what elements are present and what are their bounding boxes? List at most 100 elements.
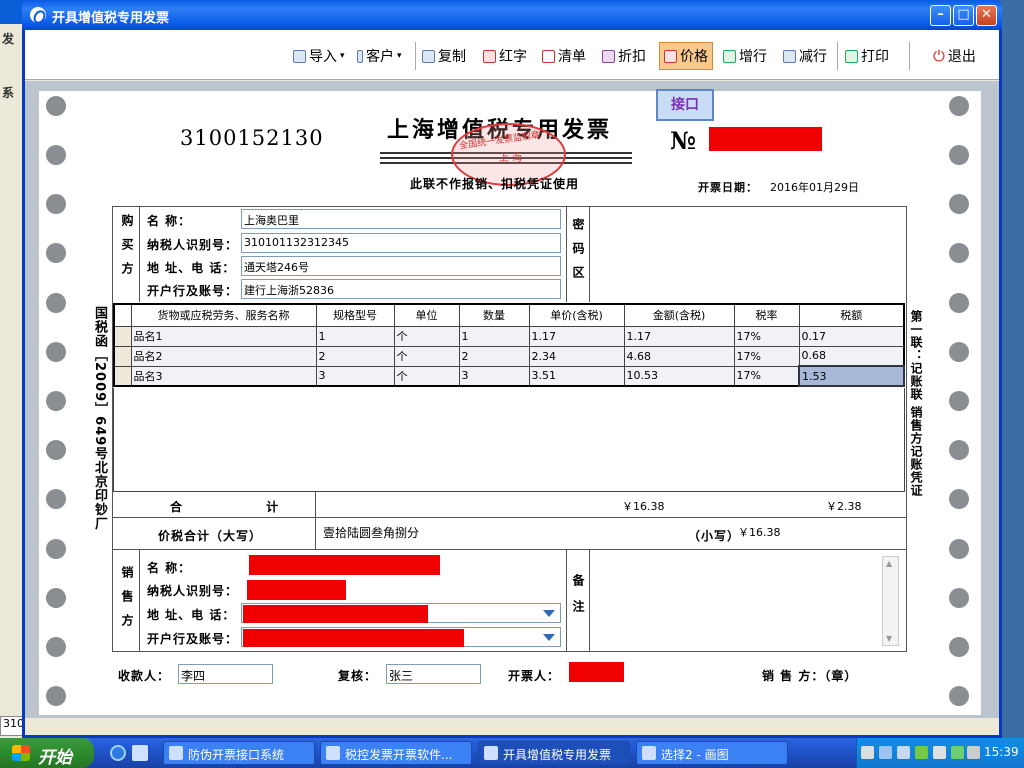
desktop-icon[interactable] (132, 745, 148, 761)
close-button[interactable]: ✕ (976, 5, 997, 26)
table-row[interactable]: 品名1 1 个 1 1.17 1.17 17% 0.17 (113, 325, 905, 347)
buyer-name-label: 名 称： (147, 214, 192, 228)
divider (589, 206, 590, 302)
list-label: 清单 (558, 49, 586, 65)
scroll-down-icon[interactable]: ▼ (886, 634, 892, 643)
title-bar[interactable]: 开具增值税专用发票 – □ ✕ (22, 0, 1002, 30)
clock: 15:39 (984, 745, 1019, 759)
task-button[interactable]: 选择2 - 画图 (636, 741, 788, 765)
item-price-cell[interactable]: 3.51 (528, 365, 625, 387)
invoice-code: 3100152130 (180, 126, 324, 150)
discount-button[interactable]: 折扣 (602, 44, 646, 68)
ie-icon[interactable] (110, 745, 126, 761)
printer-icon[interactable] (933, 746, 946, 759)
item-rate-cell[interactable]: 17% (733, 325, 800, 347)
task-button-active[interactable]: 开具增值税专用发票 (478, 741, 630, 765)
task-button[interactable]: 防伪开票接口系统 (163, 741, 315, 765)
shield-icon[interactable] (951, 746, 964, 759)
item-qty-cell[interactable]: 2 (458, 345, 530, 367)
total-tax: ￥2.38 (826, 500, 862, 513)
item-spec-cell[interactable]: 2 (315, 345, 395, 367)
discount-label: 折扣 (618, 49, 646, 65)
buyer-bank-field[interactable]: 建行上海浙52836 (241, 279, 561, 299)
chevron-down-icon[interactable] (541, 607, 555, 619)
item-rate-cell[interactable]: 17% (733, 345, 800, 367)
item-amount-cell[interactable]: 4.68 (623, 345, 735, 367)
total-words: 壹拾陆圆叁角捌分 (323, 526, 420, 540)
chevron-down-icon[interactable] (541, 631, 555, 643)
punch-hole (46, 588, 66, 608)
punch-hole (949, 145, 969, 165)
item-unit-cell[interactable]: 个 (393, 365, 460, 387)
payee-field[interactable]: 李四 (178, 664, 273, 684)
row-header[interactable] (113, 345, 132, 367)
reviewer-field[interactable]: 张三 (386, 664, 481, 684)
maximize-button[interactable]: □ (953, 5, 974, 26)
start-button[interactable]: 开始 (0, 738, 94, 768)
table-row[interactable]: 品名2 2 个 2 2.34 4.68 17% 0.68 (113, 345, 905, 367)
item-tax-cell-selected[interactable]: 1.53 (798, 365, 905, 387)
seller-tax-id-label: 纳税人识别号： (147, 584, 239, 598)
item-name-cell[interactable]: 品名3 (130, 365, 317, 387)
api-button[interactable]: 接口 (656, 89, 714, 121)
items-empty-area (113, 388, 905, 492)
paint-icon (642, 746, 656, 760)
redacted-seller-name (249, 555, 440, 575)
item-name-cell[interactable]: 品名1 (130, 325, 317, 347)
total-words-label: 价税合计（大写） (158, 529, 263, 543)
import-button[interactable]: 导入 ▾ (293, 44, 345, 68)
row-header[interactable] (113, 365, 132, 387)
print-button[interactable]: 打印 (845, 44, 889, 68)
remove-row-button[interactable]: 减行 (783, 44, 827, 68)
scroll-up-icon[interactable]: ▲ (886, 559, 892, 568)
seal-city: 上 海 (499, 153, 523, 164)
password-area-label: 密码区 (571, 218, 585, 290)
task-button[interactable]: 税控发票开票软件... (320, 741, 472, 765)
item-price-cell[interactable]: 1.17 (528, 325, 625, 347)
payee-label: 收款人： (118, 669, 171, 683)
remark-scrollbar[interactable]: ▲ ▼ (882, 556, 899, 646)
price-button[interactable]: 价格 (659, 42, 713, 70)
buyer-address-field[interactable]: 通天塔246号 (241, 256, 561, 276)
item-amount-cell[interactable]: 10.53 (623, 365, 735, 387)
item-name-cell[interactable]: 品名2 (130, 345, 317, 367)
item-qty-cell[interactable]: 3 (458, 365, 530, 387)
total-label: 合 计 (170, 500, 319, 514)
network-icon[interactable] (897, 746, 910, 759)
minimize-button[interactable]: – (930, 5, 951, 26)
print-label: 打印 (861, 49, 889, 65)
keyboard-icon[interactable] (861, 746, 874, 759)
copy-note: 第一联：记账联 销售方记账凭证 (909, 310, 923, 498)
table-row[interactable]: 品名3 3 个 3 3.51 10.53 17% 1.53 (113, 365, 905, 387)
seal-text: 全国统一发票监制章 (458, 130, 541, 152)
item-unit-cell[interactable]: 个 (393, 345, 460, 367)
buyer-tax-id-label: 纳税人识别号： (147, 238, 239, 252)
buyer-name-field[interactable]: 上海奥巴里 (241, 209, 561, 229)
item-rate-cell[interactable]: 17% (733, 365, 800, 387)
item-amount-cell[interactable]: 1.17 (623, 325, 735, 347)
red-invoice-button[interactable]: 红字 (483, 44, 527, 68)
punch-hole (46, 686, 66, 706)
item-qty-cell[interactable]: 1 (458, 325, 530, 347)
app-icon (169, 746, 183, 760)
item-tax-cell[interactable]: 0.68 (798, 345, 905, 367)
volume-icon[interactable] (967, 746, 980, 759)
divider (139, 549, 140, 652)
item-tax-cell[interactable]: 0.17 (798, 325, 905, 347)
copy-button[interactable]: 复制 (422, 44, 466, 68)
row-header[interactable] (113, 325, 132, 347)
column-header: 单位 (393, 303, 460, 327)
item-unit-cell[interactable]: 个 (393, 325, 460, 347)
item-price-cell[interactable]: 2.34 (528, 345, 625, 367)
help-icon[interactable] (879, 746, 892, 759)
item-spec-cell[interactable]: 3 (315, 365, 395, 387)
wifi-icon[interactable] (915, 746, 928, 759)
buyer-tax-id-field[interactable]: 310101132312345 (241, 233, 561, 253)
punch-hole (46, 391, 66, 411)
add-row-button[interactable]: 增行 (723, 44, 767, 68)
exit-button[interactable]: ⏻ 退出 (933, 44, 976, 68)
customer-button[interactable]: 客户 ▾ (357, 44, 402, 68)
punch-hole (46, 145, 66, 165)
list-button[interactable]: 清单 (542, 44, 586, 68)
item-spec-cell[interactable]: 1 (315, 325, 395, 347)
